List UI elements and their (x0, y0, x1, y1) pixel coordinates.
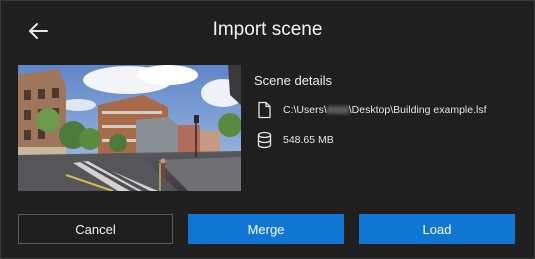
scene-preview-image (18, 65, 241, 191)
cancel-button[interactable]: Cancel (18, 214, 173, 244)
file-icon (258, 101, 271, 119)
dialog-title: Import scene (212, 19, 323, 40)
import-scene-dialog: Import scene Scene details C:\Users\ \De… (0, 0, 535, 259)
merge-button[interactable]: Merge (188, 214, 344, 244)
scene-size-row: 548.65 MB (256, 131, 334, 149)
scene-path: C:\Users\ \Desktop\Building example.lsf (283, 104, 487, 116)
database-icon (257, 131, 272, 149)
scene-size: 548.65 MB (283, 134, 334, 146)
redacted-username (326, 106, 349, 115)
scene-path-row: C:\Users\ \Desktop\Building example.lsf (256, 101, 487, 119)
scene-details-heading: Scene details (254, 73, 333, 88)
load-button[interactable]: Load (359, 214, 515, 244)
